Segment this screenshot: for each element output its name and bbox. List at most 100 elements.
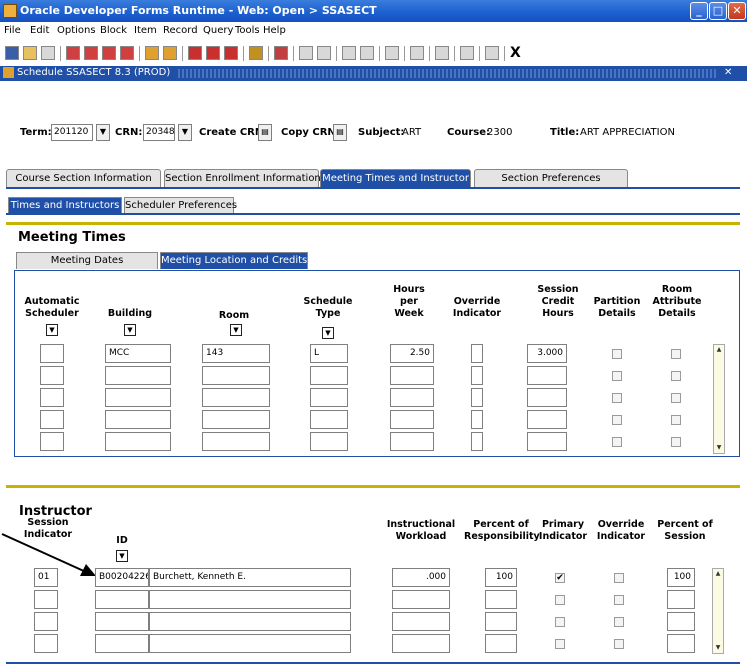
scroll-down-icon[interactable]: ▼ <box>714 644 722 652</box>
instructor-id-cell[interactable] <box>95 590 149 609</box>
instructor-id-cell[interactable]: B00204226 <box>95 568 149 587</box>
save-icon[interactable] <box>5 46 19 60</box>
previous-record-icon[interactable] <box>299 46 313 60</box>
insert-record-icon[interactable] <box>66 46 80 60</box>
schedule-type-cell[interactable] <box>310 388 348 407</box>
auto-scheduler-cell[interactable] <box>40 388 64 407</box>
override-indicator-cell[interactable] <box>471 388 483 407</box>
count-query-icon[interactable] <box>206 46 220 60</box>
hours-per-week-cell[interactable] <box>390 366 434 385</box>
percent-session-cell[interactable] <box>667 590 695 609</box>
tab-section-enrollment-information[interactable]: Section Enrollment Information <box>164 169 321 188</box>
tab-times-and-instructors[interactable]: Times and Instructors <box>8 197 122 214</box>
report-icon[interactable] <box>274 46 288 60</box>
session-indicator-cell[interactable]: 01 <box>34 568 58 587</box>
primary-indicator-checkbox[interactable] <box>555 639 565 649</box>
partition-details-checkbox[interactable] <box>612 349 622 359</box>
credit-hours-cell[interactable] <box>527 432 567 451</box>
menu-help[interactable]: Help <box>263 25 286 36</box>
enter-query-icon[interactable] <box>145 46 159 60</box>
override-indicator-cell[interactable] <box>471 344 483 363</box>
room-attribute-checkbox[interactable] <box>671 393 681 403</box>
schedule-type-lov-button[interactable]: ▼ <box>322 327 334 339</box>
next-block-icon[interactable] <box>360 46 374 60</box>
remove-record-icon[interactable] <box>84 46 98 60</box>
schedule-type-cell[interactable]: L <box>310 344 348 363</box>
menu-block[interactable]: Block <box>100 25 127 36</box>
credit-hours-cell[interactable] <box>527 366 567 385</box>
instructor-override-checkbox[interactable] <box>614 595 624 605</box>
term-field[interactable]: 201120 <box>51 124 93 141</box>
instructor-id-cell[interactable] <box>95 612 149 631</box>
hours-per-week-cell[interactable] <box>390 410 434 429</box>
instructor-id-cell[interactable] <box>95 634 149 653</box>
copy-crn-button[interactable]: ▤ <box>333 124 347 141</box>
menu-options[interactable]: Options <box>57 25 96 36</box>
partition-details-checkbox[interactable] <box>612 437 622 447</box>
primary-indicator-checkbox[interactable] <box>555 617 565 627</box>
hours-per-week-cell[interactable] <box>390 432 434 451</box>
menu-record[interactable]: Record <box>163 25 198 36</box>
workload-cell[interactable] <box>392 634 450 653</box>
instructor-override-checkbox[interactable] <box>614 617 624 627</box>
credit-hours-cell[interactable]: 3.000 <box>527 344 567 363</box>
room-attribute-checkbox[interactable] <box>671 371 681 381</box>
help-icon[interactable] <box>460 46 474 60</box>
room-cell[interactable] <box>202 432 270 451</box>
percent-session-cell[interactable]: 100 <box>667 568 695 587</box>
scroll-down-icon[interactable]: ▼ <box>715 444 723 452</box>
minimize-button[interactable]: _ <box>690 2 708 20</box>
auto-scheduler-cell[interactable] <box>40 432 64 451</box>
workload-cell[interactable] <box>392 590 450 609</box>
online-help-icon[interactable] <box>410 46 424 60</box>
list-values-icon[interactable] <box>249 46 263 60</box>
extras-icon[interactable] <box>435 46 449 60</box>
menu-query[interactable]: Query <box>203 25 233 36</box>
building-cell[interactable] <box>105 410 171 429</box>
tab-meeting-location-and-credits[interactable]: Meeting Location and Credits <box>160 252 308 269</box>
term-lov-button[interactable]: ▼ <box>96 124 110 141</box>
tip-icon[interactable] <box>485 46 499 60</box>
tab-meeting-times-and-instructor[interactable]: Meeting Times and Instructor <box>320 169 471 188</box>
percent-responsibility-cell[interactable] <box>485 590 517 609</box>
room-cell[interactable] <box>202 366 270 385</box>
room-lov-button[interactable]: ▼ <box>230 324 242 336</box>
override-indicator-cell[interactable] <box>471 410 483 429</box>
next-record-icon[interactable] <box>317 46 331 60</box>
clear-record-icon[interactable] <box>102 46 116 60</box>
auto-scheduler-cell[interactable] <box>40 366 64 385</box>
meeting-scrollbar[interactable]: ▲ ▼ <box>713 344 725 454</box>
crn-lov-button[interactable]: ▼ <box>178 124 192 141</box>
room-cell[interactable] <box>202 388 270 407</box>
workload-cell[interactable]: .000 <box>392 568 450 587</box>
building-cell[interactable]: MCC <box>105 344 171 363</box>
menu-tools[interactable]: Tools <box>235 25 260 36</box>
hours-per-week-cell[interactable]: 2.50 <box>390 344 434 363</box>
percent-responsibility-cell[interactable]: 100 <box>485 568 517 587</box>
scroll-up-icon[interactable]: ▲ <box>715 346 723 354</box>
room-cell[interactable] <box>202 410 270 429</box>
form-close-icon[interactable]: ✕ <box>724 67 732 78</box>
crn-field[interactable]: 20348 <box>143 124 175 141</box>
partition-details-checkbox[interactable] <box>612 415 622 425</box>
schedule-type-cell[interactable] <box>310 432 348 451</box>
hours-per-week-cell[interactable] <box>390 388 434 407</box>
tab-meeting-dates[interactable]: Meeting Dates <box>16 252 158 269</box>
override-indicator-cell[interactable] <box>471 432 483 451</box>
percent-responsibility-cell[interactable] <box>485 634 517 653</box>
schedule-type-cell[interactable] <box>310 410 348 429</box>
primary-indicator-checkbox[interactable] <box>555 595 565 605</box>
menu-file[interactable]: File <box>4 25 21 36</box>
menu-edit[interactable]: Edit <box>30 25 49 36</box>
menu-item[interactable]: Item <box>134 25 157 36</box>
primary-indicator-checkbox[interactable]: ✔ <box>555 573 565 583</box>
auto-scheduler-cell[interactable] <box>40 344 64 363</box>
instructor-id-lov-button[interactable]: ▼ <box>116 550 128 562</box>
scroll-up-icon[interactable]: ▲ <box>714 570 722 578</box>
maximize-button[interactable]: □ <box>709 2 727 20</box>
cancel-query-icon[interactable] <box>188 46 202 60</box>
instructor-override-checkbox[interactable] <box>614 573 624 583</box>
building-cell[interactable] <box>105 388 171 407</box>
building-lov-button[interactable]: ▼ <box>124 324 136 336</box>
percent-session-cell[interactable] <box>667 612 695 631</box>
